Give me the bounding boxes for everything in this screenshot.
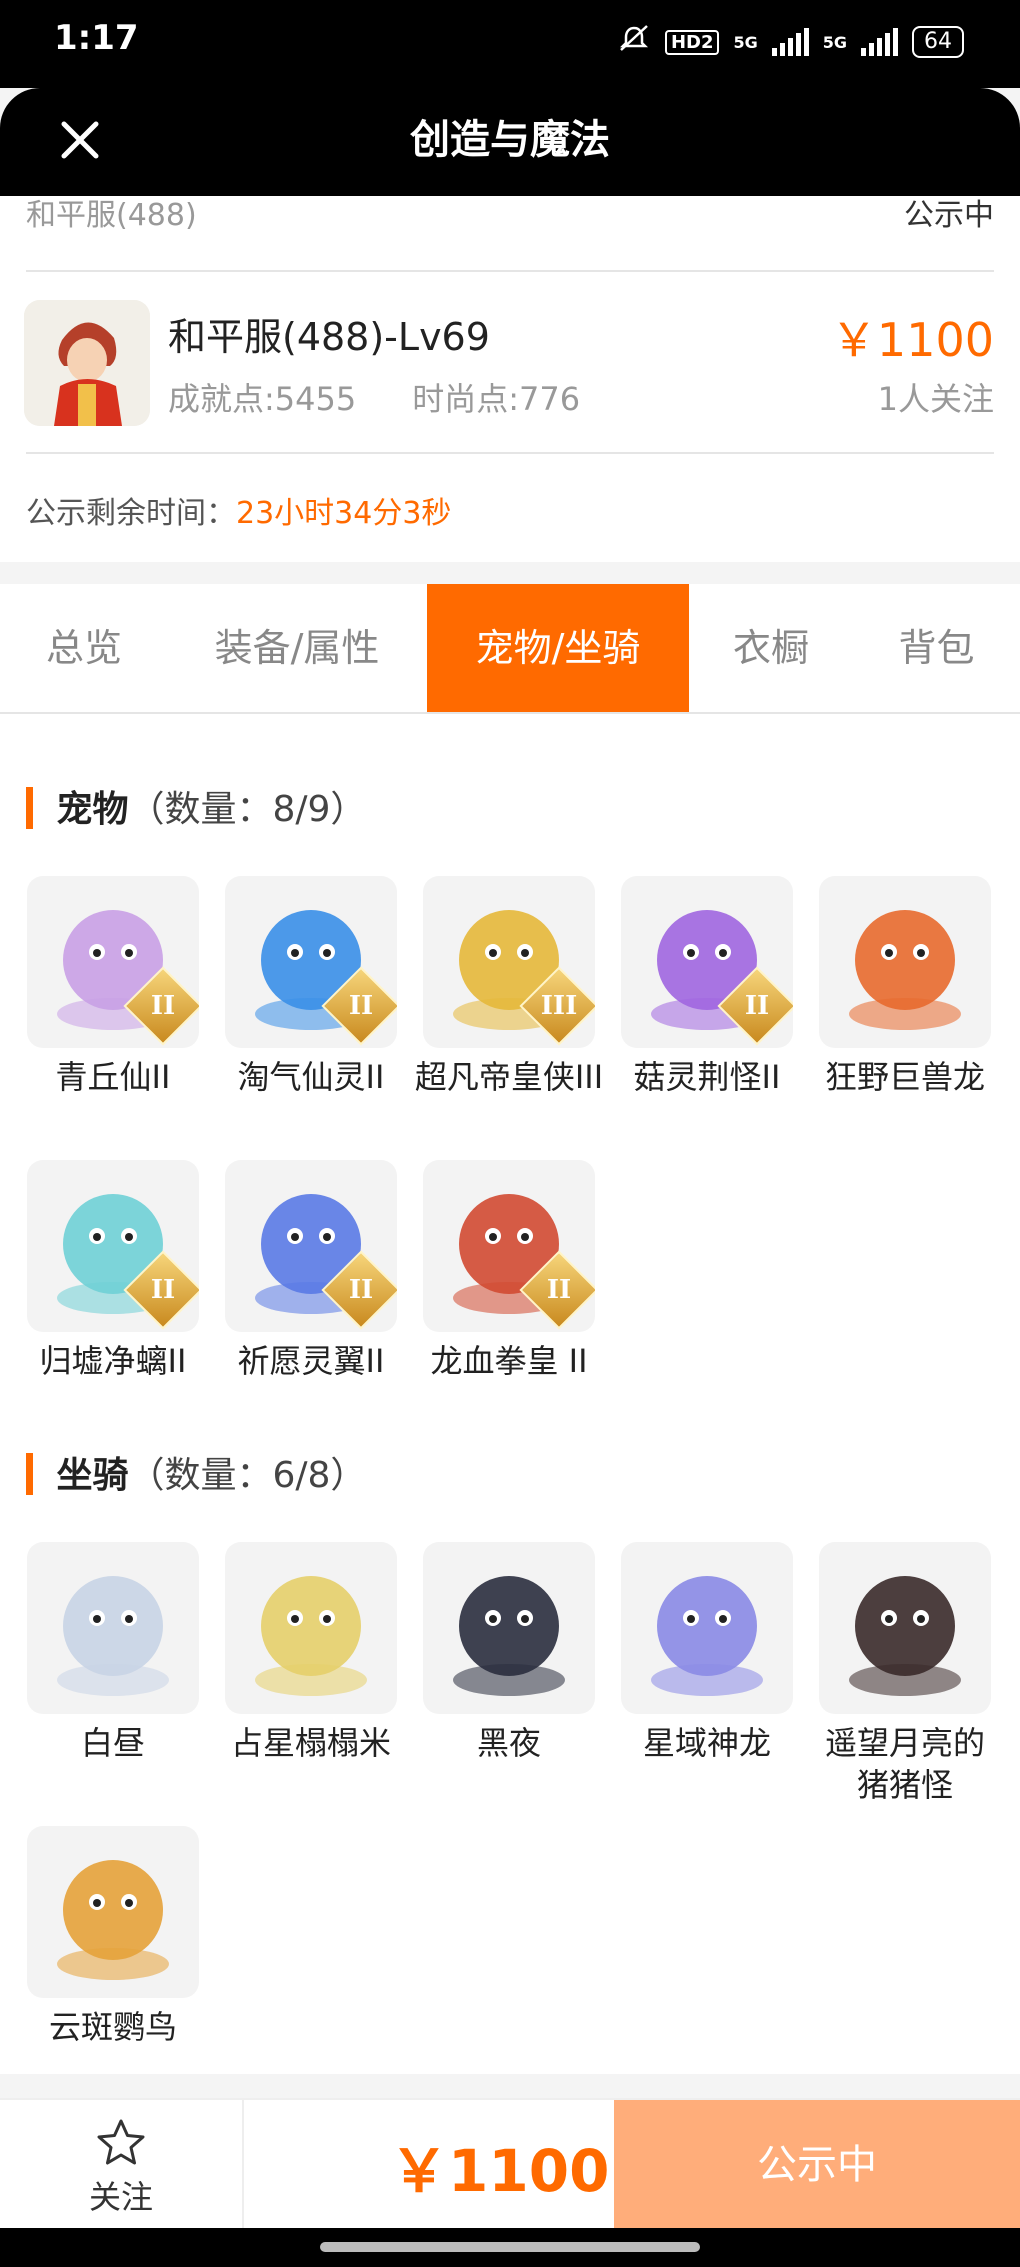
pets-item[interactable]: II 青丘仙II <box>18 876 208 1098</box>
pets-name: 龙血拳皇 II <box>430 1342 588 1380</box>
pets-item[interactable]: II 龙血拳皇 II <box>414 1160 604 1382</box>
public-status-button[interactable]: 公示中 <box>614 2100 1020 2230</box>
mounts-item[interactable]: 星域神龙 <box>612 1542 802 1764</box>
mute-icon <box>617 24 651 60</box>
tier-badge-label: II <box>546 1275 572 1305</box>
pets-image: II <box>27 876 199 1048</box>
pets-image: II <box>27 1160 199 1332</box>
tab-backpack[interactable]: 背包 <box>853 584 1020 712</box>
mounts-name: 占星榻榻米 <box>230 1724 391 1762</box>
pets-count: （数量：8/9） <box>128 789 367 830</box>
pets-image: III <box>423 876 595 1048</box>
mounts-item[interactable]: 云斑鹦鸟 <box>18 1826 208 2048</box>
character-avatar[interactable] <box>24 300 150 426</box>
status-icons: HD2 5G 5G 64 <box>617 24 964 60</box>
status-time: 1:17 <box>54 18 139 58</box>
public-timer: 公示剩余时间：23小时34分3秒 <box>26 488 451 532</box>
tab-pets-mounts[interactable]: 宠物/坐骑 <box>427 584 689 712</box>
achievement-points: 成就点:5455 <box>168 380 357 418</box>
character-stats: 成就点:5455 时尚点:776 <box>168 374 580 420</box>
pets-item[interactable]: II 菇灵荆怪II <box>612 876 802 1098</box>
pets-image: II <box>621 876 793 1048</box>
character-name: 和平服(488)-Lv69 <box>168 315 490 359</box>
bottom-action-bar: 关注 ￥1100 公示中 <box>0 2098 1020 2230</box>
pets-name: 超凡帝皇侠III <box>414 1058 604 1096</box>
tab-overview[interactable]: 总览 <box>0 584 168 712</box>
home-indicator[interactable] <box>320 2242 700 2252</box>
server-row: 和平服(488) 公示中 <box>26 190 994 242</box>
pets-image: II <box>225 876 397 1048</box>
app-header: 创造与魔法 <box>0 88 1020 196</box>
mounts-name: 遥望月亮的猪猪怪 <box>824 1724 985 1804</box>
follow-button[interactable]: 关注 <box>0 2100 244 2230</box>
pets-name: 狂野巨兽龙 <box>824 1058 985 1096</box>
mounts-image <box>423 1542 595 1714</box>
mounts-item[interactable]: 遥望月亮的猪猪怪 <box>810 1542 1000 1806</box>
fashion-points: 时尚点:776 <box>412 380 581 418</box>
mounts-title: 坐骑 <box>56 1455 129 1496</box>
mounts-name: 云斑鹦鸟 <box>48 2008 177 2046</box>
mounts-item[interactable]: 占星榻榻米 <box>216 1542 406 1764</box>
mounts-image <box>621 1542 793 1714</box>
mounts-name: 黑夜 <box>476 1724 541 1762</box>
pets-item[interactable]: II 淘气仙灵II <box>216 876 406 1098</box>
mounts-section-title: 坐骑（数量：6/8） <box>26 1446 366 1498</box>
pets-name: 青丘仙II <box>55 1058 171 1096</box>
tab-equipment[interactable]: 装备/属性 <box>168 584 426 712</box>
battery-icon: 64 <box>912 26 964 58</box>
pets-item[interactable]: 狂野巨兽龙 <box>810 876 1000 1098</box>
pets-image: II <box>423 1160 595 1332</box>
listing-price: ￥1100 <box>830 313 994 367</box>
pets-item[interactable]: II 归墟净螭II <box>18 1160 208 1382</box>
pets-item[interactable]: II 祈愿灵翼II <box>216 1160 406 1382</box>
timer-value: 23小时34分3秒 <box>236 496 452 531</box>
status-label: 公示中 <box>904 198 994 233</box>
mounts-image <box>819 1542 991 1714</box>
bottom-price: ￥1100 <box>390 2137 610 2205</box>
tab-bar: 总览 装备/属性 宠物/坐骑 衣橱 背包 <box>0 584 1020 714</box>
tier-badge-label: II <box>744 991 770 1021</box>
mounts-name: 星域神龙 <box>642 1724 771 1762</box>
tier-badge-label: II <box>150 1275 176 1305</box>
net-label-1: 5G <box>733 32 758 52</box>
divider <box>26 452 994 454</box>
page-title: 创造与魔法 <box>410 117 610 163</box>
mounts-item[interactable]: 白昼 <box>18 1542 208 1764</box>
tier-badge-label: II <box>348 1275 374 1305</box>
mounts-name: 白昼 <box>80 1724 145 1762</box>
pets-name: 归墟净螭II <box>39 1342 187 1380</box>
hd-badge: HD2 <box>664 29 720 55</box>
tier-badge-label: III <box>540 991 578 1021</box>
mounts-image <box>27 1542 199 1714</box>
pets-item[interactable]: III 超凡帝皇侠III <box>414 876 604 1098</box>
tier-badge-label: II <box>348 991 374 1021</box>
divider <box>26 270 994 272</box>
pets-image <box>819 876 991 1048</box>
mounts-image <box>225 1542 397 1714</box>
follow-label: 关注 <box>88 2178 153 2216</box>
listing-card: 和平服(488) 公示中 和平服(488)-Lv69 成就点:5455 时尚点:7… <box>0 196 1020 562</box>
pets-mounts-panel: 宠物（数量：8/9） II 青丘仙II II 淘气仙灵II III 超凡帝皇侠III II 菇… <box>0 714 1020 2074</box>
pets-image: II <box>225 1160 397 1332</box>
tab-wardrobe[interactable]: 衣橱 <box>689 584 853 712</box>
timer-label: 公示剩余时间： <box>26 496 236 531</box>
tier-badge-label: II <box>150 991 176 1021</box>
status-bar: 1:17 HD2 5G 5G 64 <box>0 0 1020 88</box>
pets-name: 菇灵荆怪II <box>633 1058 781 1096</box>
signal-icon <box>771 28 809 56</box>
pets-name: 淘气仙灵II <box>237 1058 385 1096</box>
net-label-2: 5G <box>822 32 847 52</box>
follower-count: 1人关注 <box>877 380 994 418</box>
star-icon <box>97 2119 145 2165</box>
pets-name: 祈愿灵翼II <box>237 1342 385 1380</box>
mounts-count: （数量：6/8） <box>128 1455 367 1496</box>
pets-title: 宠物 <box>56 789 129 830</box>
signal-icon-2 <box>861 28 898 56</box>
pets-section-title: 宠物（数量：8/9） <box>26 780 366 832</box>
mounts-image <box>27 1826 199 1998</box>
system-nav-bar <box>0 2228 1020 2267</box>
server-label: 和平服(488) <box>26 198 197 233</box>
mounts-item[interactable]: 黑夜 <box>414 1542 604 1764</box>
